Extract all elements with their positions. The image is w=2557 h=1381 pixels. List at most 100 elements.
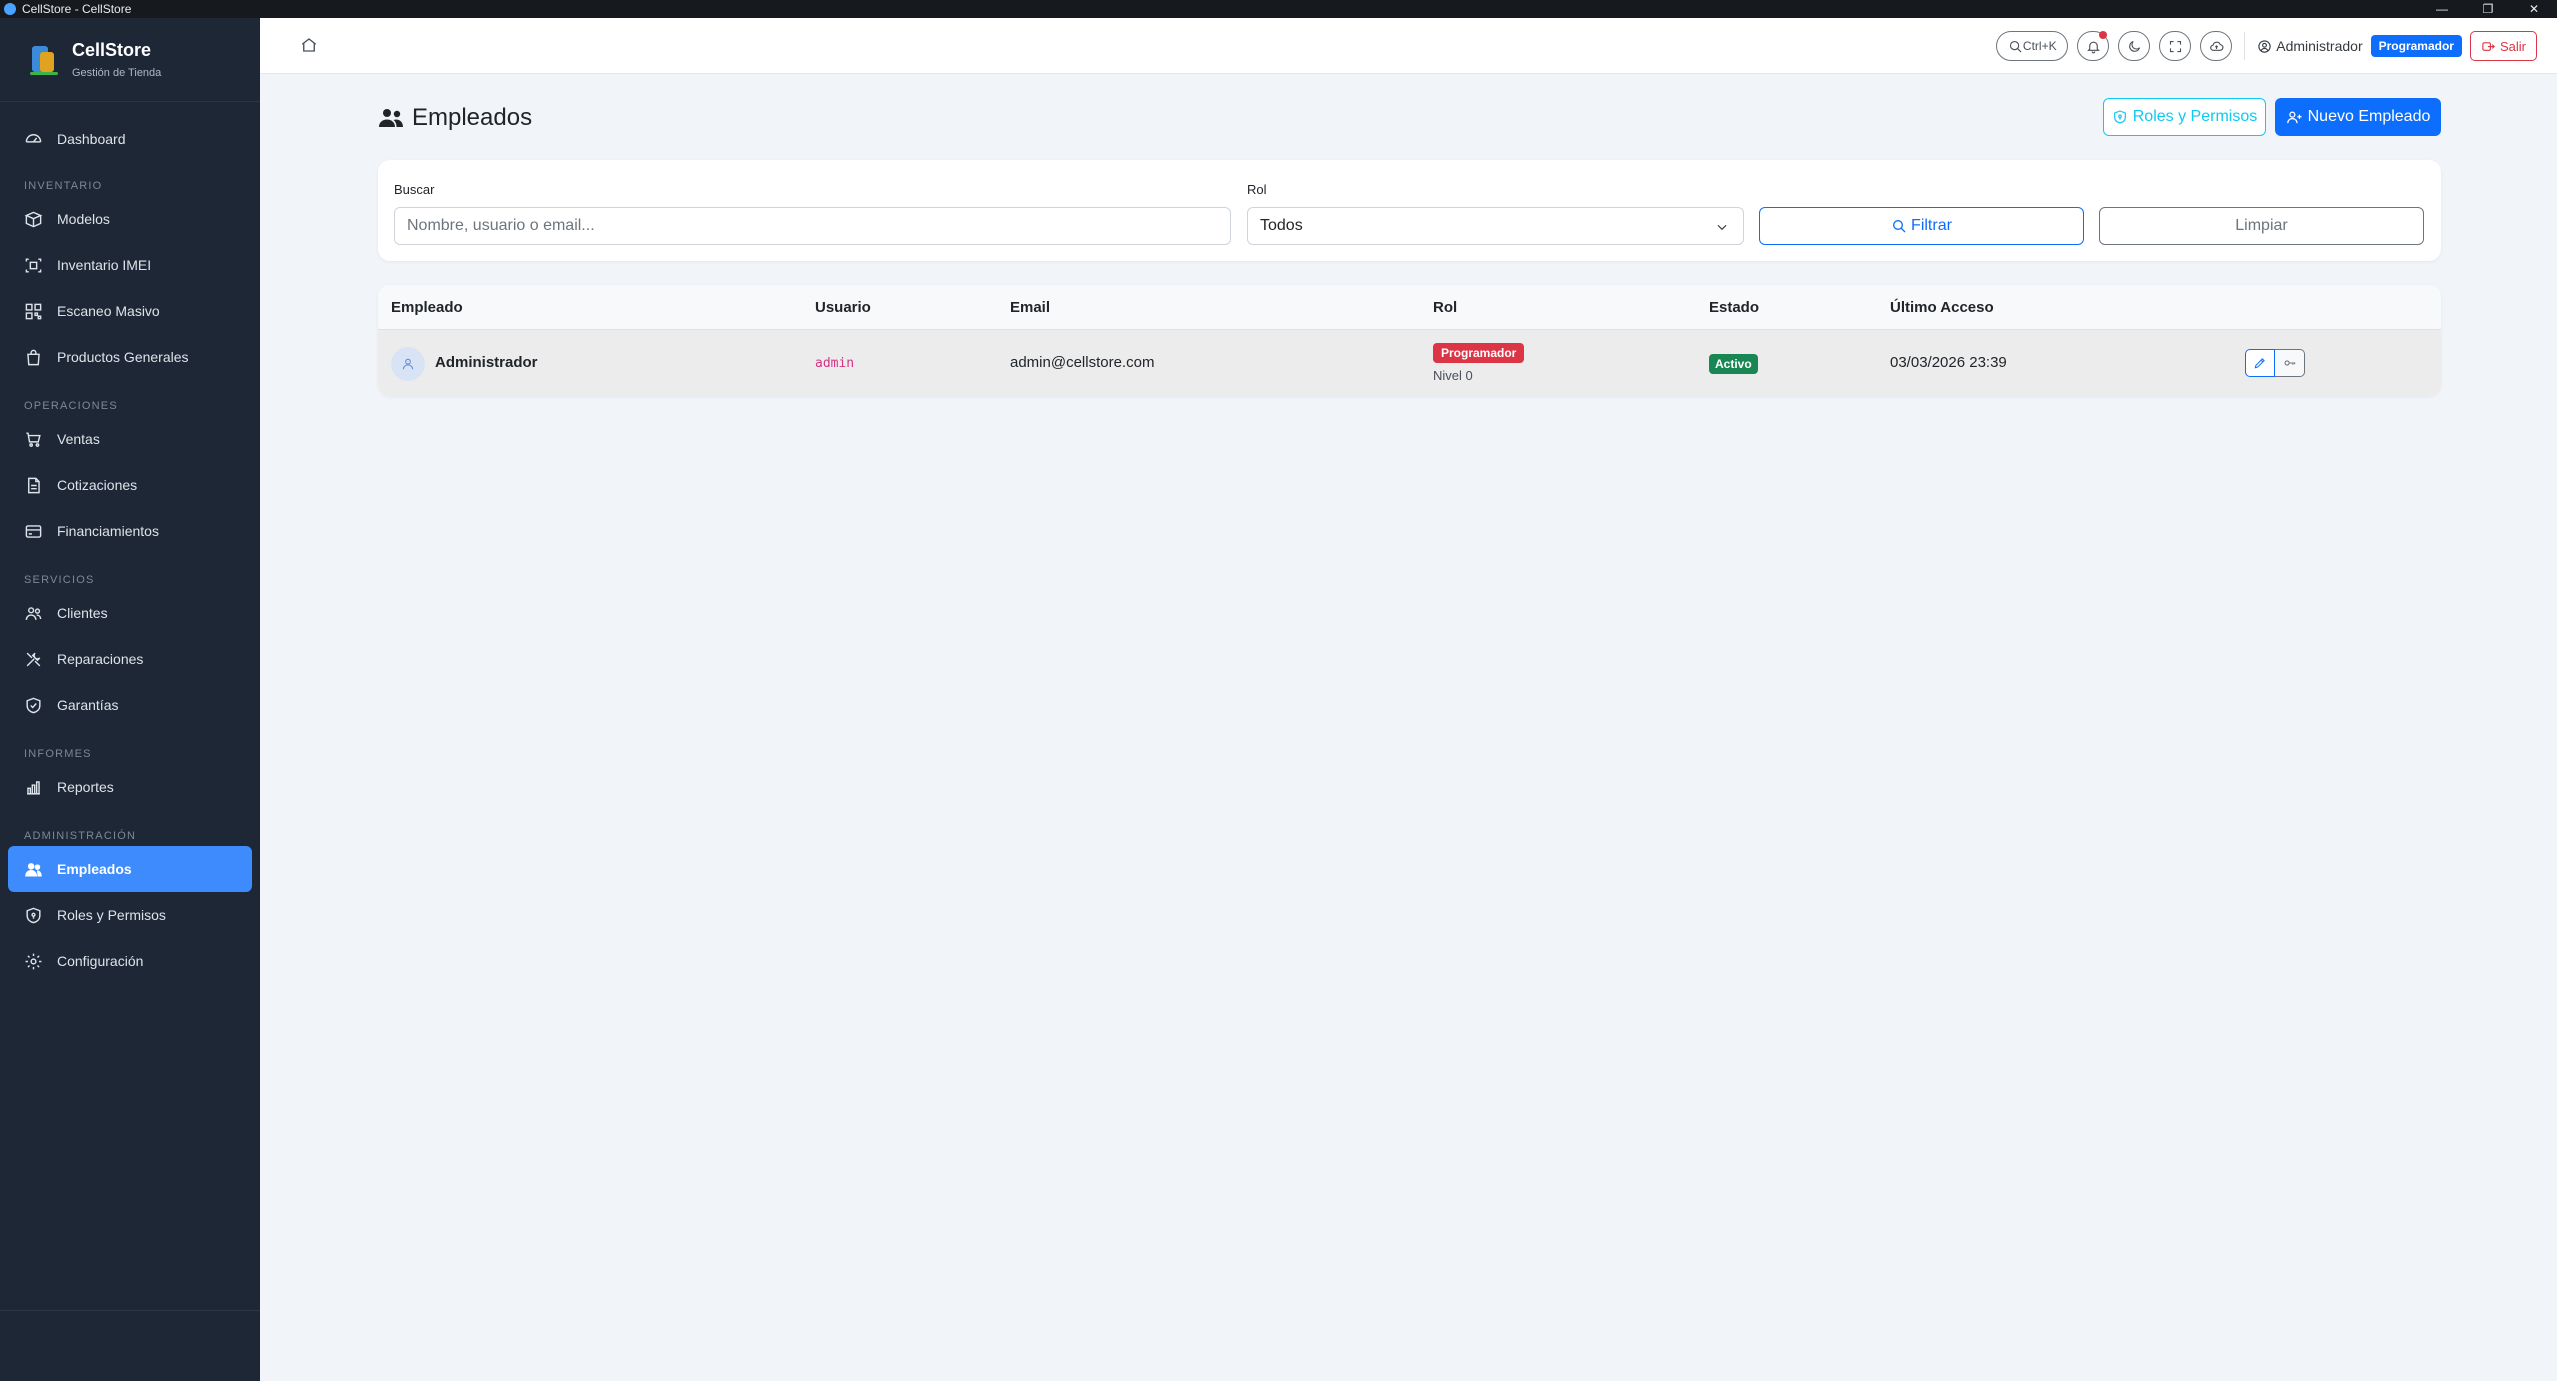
sidebar-item-label: Financiamientos: [57, 523, 159, 539]
bag-icon: [27, 349, 40, 365]
role-select[interactable]: Todos: [1247, 207, 1744, 245]
new-employee-button[interactable]: Nuevo Empleado: [2275, 98, 2441, 136]
sidebar-item-clientes[interactable]: Clientes: [8, 590, 252, 636]
fullscreen-icon: [2169, 40, 2181, 52]
header-email: Email: [1010, 299, 1051, 316]
chevron-down-icon: [1717, 224, 1727, 231]
home-button[interactable]: [300, 36, 320, 56]
sidebar-item-reportes[interactable]: Reportes: [8, 764, 252, 810]
sidebar-item-label: Escaneo Masivo: [57, 303, 160, 319]
window-controls: — ❐ ✕: [2419, 0, 2557, 18]
status-badge: Activo: [1709, 354, 1758, 374]
sidebar-item-label: Inventario IMEI: [57, 257, 152, 273]
header-ultimo-acceso: Último Acceso: [1890, 299, 1994, 316]
sidebar-item-inventario-imei[interactable]: Inventario IMEI: [8, 242, 252, 288]
clear-label: Limpiar: [2235, 217, 2288, 234]
fullscreen-button[interactable]: [2159, 31, 2192, 61]
sidebar-item-ventas[interactable]: Ventas: [8, 416, 252, 462]
sidebar-item-label: Reportes: [57, 779, 114, 795]
minimize-icon[interactable]: —: [2419, 0, 2465, 18]
header-rol: Rol: [1433, 299, 1458, 316]
logout-icon: [2482, 41, 2495, 51]
box-icon: [24, 211, 43, 227]
edit-button[interactable]: [2245, 349, 2275, 377]
employee-role-level: Nivel 0: [1433, 368, 1473, 383]
search-label: Buscar: [394, 182, 435, 197]
brand[interactable]: CellStore Gestión de Tienda: [0, 18, 260, 102]
shield-lock-icon: [26, 907, 41, 923]
user-circle-icon: [2258, 39, 2271, 53]
people-fill-icon: [25, 862, 42, 877]
person-plus-icon: [2286, 111, 2302, 123]
sidebar-item-label: Reparaciones: [57, 651, 144, 667]
logout-button[interactable]: Salir: [2469, 31, 2537, 61]
logout-label: Salir: [2499, 38, 2526, 54]
user-menu[interactable]: Administrador: [2257, 38, 2363, 54]
avatar: [391, 347, 425, 381]
employee-name: Administrador: [435, 354, 538, 371]
speedometer-icon: [25, 133, 42, 143]
sidebar-item-label: Modelos: [57, 211, 110, 227]
command-search-button[interactable]: Ctrl+K: [1996, 31, 2069, 61]
topbar-actions: Ctrl+K Administrador Programador Salir: [1987, 31, 2537, 61]
sidebar-item-escaneo-masivo[interactable]: Escaneo Masivo: [8, 288, 252, 334]
search-input[interactable]: Nombre, usuario o email...: [394, 207, 1231, 245]
sidebar: CellStore Gestión de Tienda Dashboard IN…: [0, 18, 260, 1381]
sidebar-item-label: Productos Generales: [57, 349, 189, 365]
sidebar-item-configuracion[interactable]: Configuración: [8, 938, 252, 984]
sidebar-item-productos-generales[interactable]: Productos Generales: [8, 334, 252, 380]
home-icon: [301, 38, 317, 52]
section-administracion: ADMINISTRACIÓN: [24, 830, 137, 842]
shield-check-icon: [26, 697, 41, 713]
search-icon: [1893, 220, 1906, 233]
app-icon: [4, 3, 16, 15]
header-estado: Estado: [1709, 299, 1760, 316]
sidebar-item-reparaciones[interactable]: Reparaciones: [8, 636, 252, 682]
sync-button[interactable]: [2200, 31, 2233, 61]
sidebar-item-dashboard[interactable]: Dashboard: [8, 116, 252, 162]
document-icon: [28, 477, 40, 493]
clear-button[interactable]: Limpiar: [2099, 207, 2424, 245]
window-title: CellStore - CellStore: [22, 2, 132, 16]
cart-icon: [26, 431, 41, 447]
sidebar-item-label: Garantías: [57, 697, 119, 713]
restore-icon[interactable]: ❐: [2465, 0, 2511, 18]
cloud-icon: [2209, 41, 2224, 51]
tools-icon: [26, 652, 41, 666]
reset-password-button[interactable]: [2275, 349, 2305, 377]
people-fill-icon: [379, 109, 403, 127]
employee-username: admin: [815, 356, 855, 371]
filter-label: Filtrar: [1911, 217, 1952, 234]
role-badge: Programador: [2370, 35, 2462, 57]
gear-icon: [25, 953, 42, 969]
qr-code-icon: [25, 303, 42, 319]
sidebar-item-label: Clientes: [57, 605, 108, 621]
moon-icon: [2128, 40, 2140, 52]
sidebar-item-label: Configuración: [57, 953, 144, 969]
sidebar-item-label: Dashboard: [57, 131, 126, 147]
section-operaciones: OPERACIONES: [24, 400, 118, 412]
person-icon: [402, 358, 414, 370]
topbar: Ctrl+K Administrador Programador Salir: [260, 18, 2557, 74]
theme-toggle-button[interactable]: [2118, 31, 2151, 61]
brand-name: CellStore: [72, 40, 152, 60]
notifications-button[interactable]: [2077, 31, 2110, 61]
employee-role-badge: Programador: [1433, 343, 1525, 363]
filter-button[interactable]: Filtrar: [1759, 207, 2084, 245]
sidebar-item-cotizaciones[interactable]: Cotizaciones: [8, 462, 252, 508]
sidebar-item-modelos[interactable]: Modelos: [8, 196, 252, 242]
scan-icon: [25, 257, 42, 273]
new-employee-label: Nuevo Empleado: [2307, 108, 2431, 125]
roles-permisos-button[interactable]: Roles y Permisos: [2103, 98, 2266, 136]
bar-chart-icon: [27, 780, 40, 795]
sidebar-item-label: Roles y Permisos: [57, 907, 166, 923]
sidebar-item-empleados[interactable]: Empleados: [8, 846, 252, 892]
sidebar-item-financiamientos[interactable]: Financiamientos: [8, 508, 252, 554]
role-label: Rol: [1247, 182, 1267, 197]
people-icon: [25, 606, 42, 620]
sidebar-item-garantias[interactable]: Garantías: [8, 682, 252, 728]
sidebar-item-roles-permisos[interactable]: Roles y Permisos: [8, 892, 252, 938]
close-icon[interactable]: ✕: [2511, 0, 2557, 18]
row-actions: [2245, 349, 2305, 377]
table-row[interactable]: Administrador admin admin@cellstore.com …: [378, 330, 2441, 396]
